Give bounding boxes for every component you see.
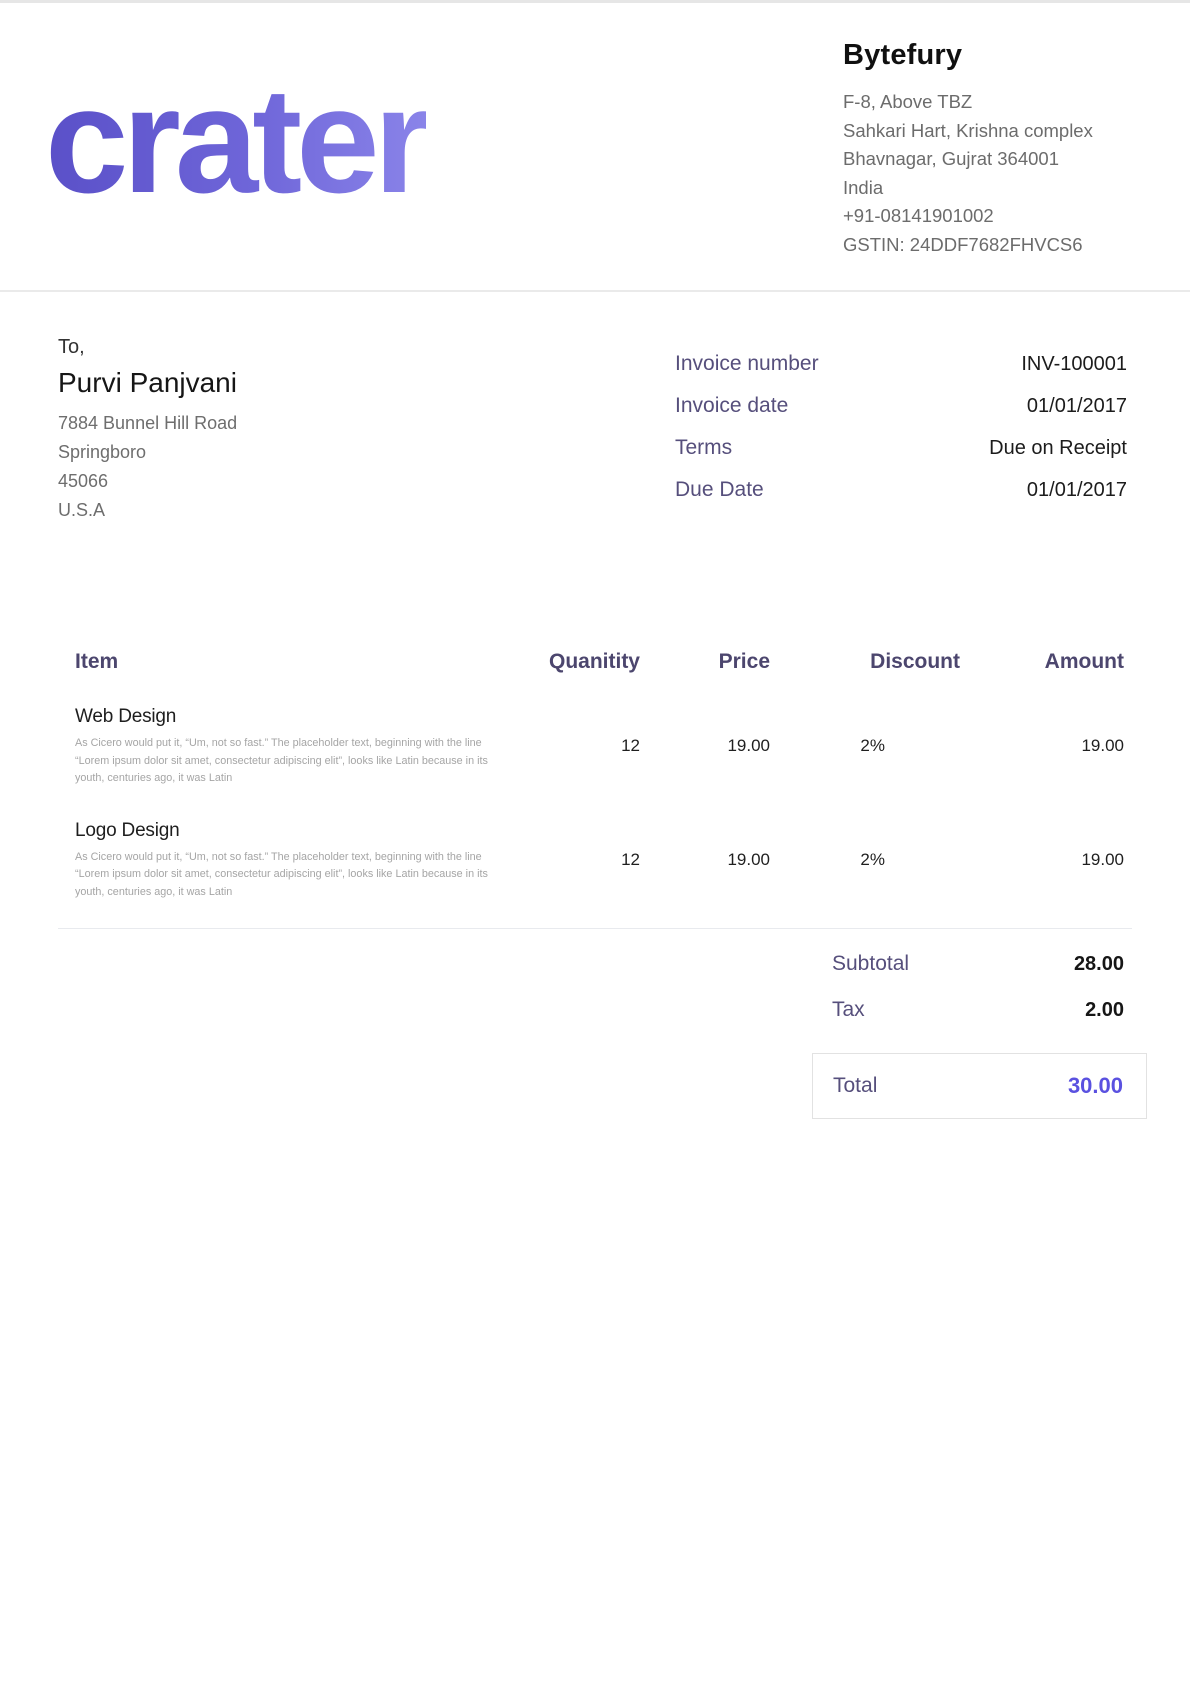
company-address: F-8, Above TBZ Sahkari Hart, Krishna com…	[843, 88, 1183, 260]
bill-to-block: To, Purvi Panjvani 7884 Bunnel Hill Road…	[58, 336, 237, 525]
invoice-date-label: Invoice date	[675, 394, 788, 418]
table-row: Logo Design As Cicero would put it, “Um,…	[75, 820, 1124, 902]
bill-to-label: To,	[58, 336, 237, 359]
invoice-page: crater Bytefury F-8, Above TBZ Sahkari H…	[0, 0, 1190, 1684]
item-name: Logo Design	[75, 820, 505, 842]
item-cell: Web Design As Cicero would put it, “Um, …	[75, 706, 505, 788]
item-amount: 19.00	[960, 820, 1124, 902]
item-price: 19.00	[640, 820, 770, 902]
invoice-meta-block: Invoice number INV-100001 Invoice date 0…	[675, 352, 1127, 520]
customer-name: Purvi Panjvani	[58, 367, 237, 399]
invoice-number-row: Invoice number INV-100001	[675, 352, 1127, 376]
item-amount: 19.00	[960, 706, 1124, 788]
customer-address: 7884 Bunnel Hill Road Springboro 45066 U…	[58, 409, 237, 525]
invoice-date-value: 01/01/2017	[1027, 395, 1127, 418]
column-header-quantity: Quanitity	[505, 650, 640, 674]
company-address-line: F-8, Above TBZ	[843, 88, 1183, 117]
subtotal-label: Subtotal	[832, 952, 909, 976]
column-header-amount: Amount	[960, 650, 1124, 674]
customer-address-line: 45066	[58, 467, 237, 496]
terms-value: Due on Receipt	[989, 437, 1127, 460]
company-phone: +91-08141901002	[843, 202, 1183, 231]
company-gstin: GSTIN: 24DDF7682FHVCS6	[843, 231, 1183, 260]
total-label: Total	[833, 1074, 877, 1098]
column-header-discount: Discount	[770, 650, 960, 674]
item-name: Web Design	[75, 706, 505, 728]
item-discount: 2%	[770, 820, 960, 902]
table-row: Web Design As Cicero would put it, “Um, …	[75, 706, 1124, 788]
invoice-number-label: Invoice number	[675, 352, 819, 376]
column-header-item: Item	[75, 650, 505, 674]
item-quantity: 12	[505, 820, 640, 902]
company-name: Bytefury	[843, 39, 1183, 72]
invoice-header: crater Bytefury F-8, Above TBZ Sahkari H…	[0, 0, 1190, 292]
due-date-value: 01/01/2017	[1027, 479, 1127, 502]
total-value: 30.00	[1068, 1073, 1123, 1099]
subtotal-value: 28.00	[1074, 953, 1124, 976]
item-cell: Logo Design As Cicero would put it, “Um,…	[75, 820, 505, 902]
crater-logo: crater	[45, 65, 426, 215]
invoice-date-row: Invoice date 01/01/2017	[675, 394, 1127, 418]
item-description: As Cicero would put it, “Um, not so fast…	[75, 849, 490, 902]
crater-logo-wordmark: crater	[45, 65, 426, 215]
column-header-price: Price	[640, 650, 770, 674]
customer-address-line: U.S.A	[58, 496, 237, 525]
item-quantity: 12	[505, 706, 640, 788]
tax-row: Tax 2.00	[832, 998, 1124, 1022]
terms-row: Terms Due on Receipt	[675, 436, 1127, 460]
due-date-row: Due Date 01/01/2017	[675, 478, 1127, 502]
item-price: 19.00	[640, 706, 770, 788]
company-address-line: Sahkari Hart, Krishna complex	[843, 117, 1183, 146]
company-info-block: Bytefury F-8, Above TBZ Sahkari Hart, Kr…	[843, 39, 1183, 260]
customer-address-line: Springboro	[58, 438, 237, 467]
items-table: Item Quanitity Price Discount Amount Web…	[75, 650, 1124, 901]
items-table-header: Item Quanitity Price Discount Amount	[75, 650, 1124, 674]
total-box: Total 30.00	[812, 1053, 1147, 1119]
terms-label: Terms	[675, 436, 732, 460]
tax-label: Tax	[832, 998, 865, 1022]
due-date-label: Due Date	[675, 478, 764, 502]
tax-value: 2.00	[1085, 999, 1124, 1022]
item-description: As Cicero would put it, “Um, not so fast…	[75, 735, 490, 788]
company-address-line: Bhavnagar, Gujrat 364001	[843, 145, 1183, 174]
subtotal-row: Subtotal 28.00	[832, 952, 1124, 976]
item-discount: 2%	[770, 706, 960, 788]
customer-address-line: 7884 Bunnel Hill Road	[58, 409, 237, 438]
company-address-line: India	[843, 174, 1183, 203]
table-bottom-divider	[58, 928, 1132, 929]
invoice-number-value: INV-100001	[1021, 353, 1127, 376]
